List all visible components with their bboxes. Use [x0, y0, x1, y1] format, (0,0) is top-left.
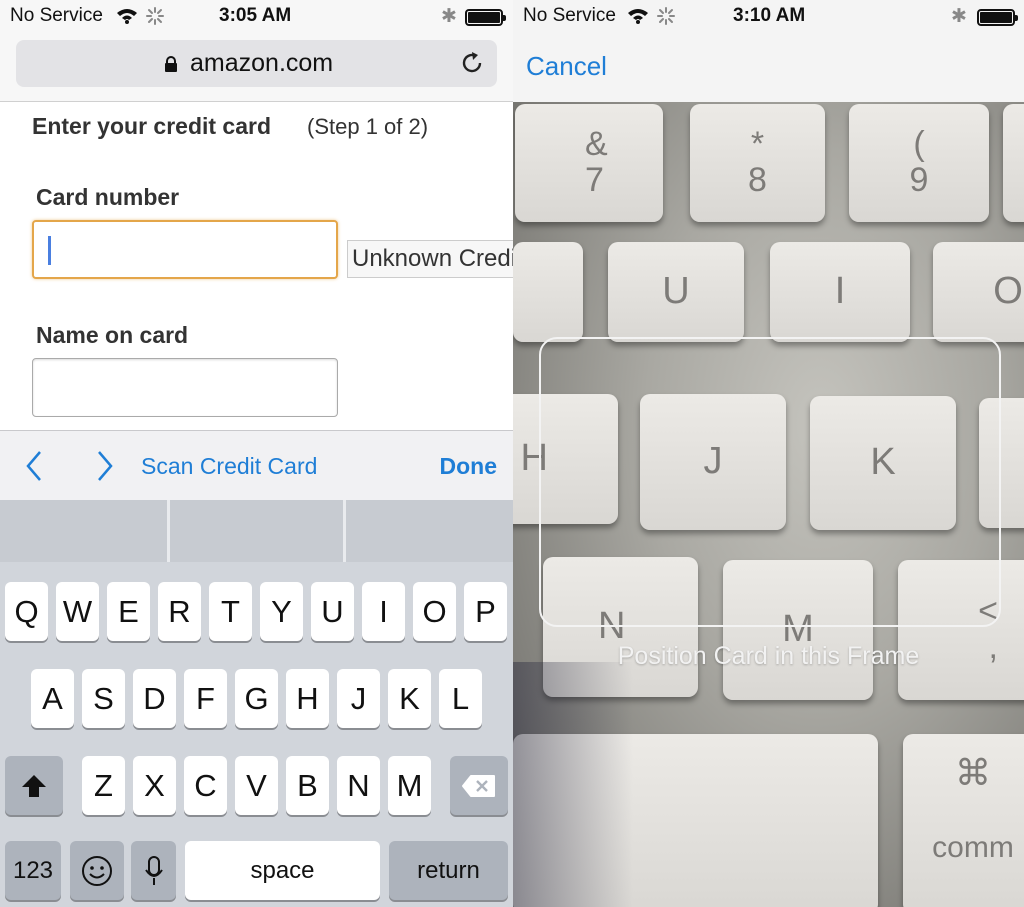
- prediction-slot[interactable]: [346, 500, 513, 562]
- key[interactable]: K: [388, 669, 431, 728]
- battery-icon: [977, 9, 1018, 26]
- clock: 3:10 AM: [733, 5, 806, 26]
- key[interactable]: V: [235, 756, 278, 815]
- address-bar-area: amazon.com: [0, 34, 513, 102]
- key[interactable]: G: [235, 669, 278, 728]
- done-button[interactable]: Done: [440, 453, 498, 480]
- key[interactable]: H: [286, 669, 329, 728]
- photo-key-9: ( 9: [849, 104, 989, 222]
- key[interactable]: Q: [5, 582, 48, 641]
- step-indicator: (Step 1 of 2): [307, 114, 429, 139]
- photo-key-symbol: *: [750, 125, 765, 164]
- key[interactable]: Y: [260, 582, 303, 641]
- shift-key[interactable]: [5, 756, 63, 815]
- return-key[interactable]: return: [389, 841, 508, 900]
- activity-spinner-icon: [146, 7, 164, 25]
- wifi-icon: [117, 9, 137, 24]
- activity-spinner-icon: [657, 7, 675, 25]
- backspace-icon: [462, 774, 495, 797]
- photo-key: [513, 242, 583, 342]
- cancel-button[interactable]: Cancel: [526, 51, 607, 82]
- key[interactable]: L: [439, 669, 482, 728]
- key[interactable]: Z: [82, 756, 125, 815]
- key[interactable]: T: [209, 582, 252, 641]
- bluetooth-icon: ✱: [951, 6, 967, 27]
- predictive-bar: [0, 500, 513, 562]
- text-caret: [48, 236, 51, 265]
- photo-key: [1003, 104, 1024, 222]
- previous-field-chevron-icon[interactable]: [24, 449, 44, 483]
- photo-key-number: 8: [748, 161, 767, 199]
- web-page: Enter your credit card (Step 1 of 2) Car…: [0, 103, 513, 430]
- status-bar: No Service 3:05 AM ✱: [0, 0, 513, 34]
- left-screen: No Service 3:05 AM ✱ amazon.com Enter yo…: [0, 0, 513, 907]
- photo-key-i: I: [770, 242, 910, 342]
- key[interactable]: P: [464, 582, 507, 641]
- card-scan-frame: [539, 337, 1001, 627]
- camera-viewfinder: & 7 * 8 ( 9 U I O H J K N M < , ⌘ comm P…: [513, 102, 1024, 907]
- key[interactable]: U: [311, 582, 354, 641]
- page-title: Enter your credit card: [32, 113, 272, 139]
- photo-key-label: comm: [932, 830, 1014, 864]
- key[interactable]: N: [337, 756, 380, 815]
- prediction-slot[interactable]: [0, 500, 170, 562]
- key[interactable]: J: [337, 669, 380, 728]
- photo-key-7: & 7: [515, 104, 663, 222]
- hand-shadow: [513, 662, 633, 907]
- photo-key-number: 9: [909, 161, 929, 199]
- url-text: amazon.com: [190, 49, 334, 77]
- carrier-label: No Service: [10, 5, 103, 26]
- key[interactable]: O: [413, 582, 456, 641]
- carrier-label: No Service: [523, 5, 616, 26]
- address-bar[interactable]: amazon.com: [16, 40, 497, 87]
- battery-icon: [465, 9, 506, 26]
- key[interactable]: R: [158, 582, 201, 641]
- key[interactable]: M: [388, 756, 431, 815]
- bluetooth-icon: ✱: [441, 6, 457, 27]
- next-field-chevron-icon[interactable]: [95, 449, 115, 483]
- emoji-key[interactable]: [70, 841, 124, 900]
- photo-key-command: ⌘ comm: [903, 734, 1024, 907]
- key[interactable]: I: [362, 582, 405, 641]
- key[interactable]: W: [56, 582, 99, 641]
- key[interactable]: D: [133, 669, 176, 728]
- card-number-field[interactable]: [32, 220, 338, 279]
- microphone-icon: [144, 855, 163, 885]
- scan-credit-card-button[interactable]: Scan Credit Card: [141, 453, 317, 480]
- photo-key-symbol: &: [585, 125, 608, 164]
- name-on-card-field[interactable]: [32, 358, 338, 417]
- photo-key-number: 7: [585, 161, 604, 199]
- key[interactable]: E: [107, 582, 150, 641]
- card-type-indicator: Unknown Credit Card: [347, 240, 513, 278]
- key[interactable]: C: [184, 756, 227, 815]
- prediction-slot[interactable]: [170, 500, 346, 562]
- shift-arrow-icon: [22, 774, 46, 797]
- key[interactable]: X: [133, 756, 176, 815]
- photo-key-o: O: [933, 242, 1024, 342]
- frame-hint-text: Position Card in this Frame: [617, 642, 920, 670]
- key[interactable]: S: [82, 669, 125, 728]
- key[interactable]: B: [286, 756, 329, 815]
- key[interactable]: F: [184, 669, 227, 728]
- key[interactable]: A: [31, 669, 74, 728]
- delete-key[interactable]: [450, 756, 508, 815]
- lock-icon: [165, 56, 177, 72]
- photo-key-u: U: [608, 242, 744, 342]
- dictation-key[interactable]: [131, 841, 176, 900]
- command-icon: ⌘: [955, 752, 991, 793]
- numbers-key[interactable]: 123: [5, 841, 61, 900]
- status-bar: No Service 3:10 AM ✱ Cancel: [513, 0, 1024, 102]
- right-screen: No Service 3:10 AM ✱ Cancel & 7 * 8 (9 …: [513, 0, 1024, 907]
- card-number-label: Card number: [36, 184, 180, 210]
- name-on-card-label: Name on card: [36, 322, 189, 348]
- space-key[interactable]: space: [185, 841, 380, 900]
- clock: 3:05 AM: [219, 5, 292, 26]
- wifi-icon: [628, 9, 648, 24]
- form-accessory-bar: Scan Credit Card Done: [0, 430, 513, 500]
- photo-key-8: * 8: [690, 104, 825, 222]
- emoji-icon: [82, 855, 112, 886]
- reload-icon[interactable]: [459, 50, 485, 76]
- photo-key-symbol: (: [913, 125, 925, 164]
- keyboard: Q W E R T Y U I O P A S D F G H J K L Z …: [0, 500, 513, 907]
